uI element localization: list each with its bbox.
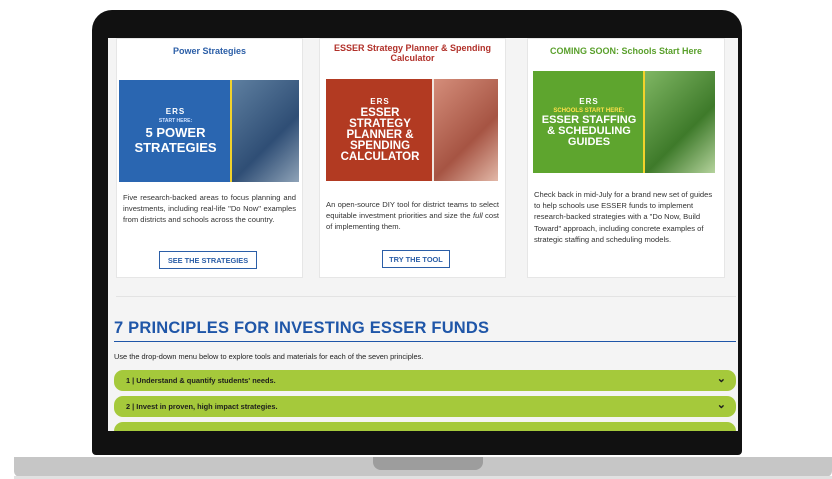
thumb-kicker: START HERE: <box>158 118 193 124</box>
card-power-strategies: Power Strategies ERS START HERE: 5 POWER… <box>116 38 303 278</box>
accordion-principle-2[interactable]: 2 | Invest in proven, high impact strate… <box>114 396 736 417</box>
card-description: Check back in mid-July for a brand new s… <box>534 190 713 244</box>
ers-logo: ERS <box>579 96 599 106</box>
accordion-label: 1 | Understand & quantify students' need… <box>126 376 276 385</box>
thumb-line: STRATEGIES <box>134 140 217 155</box>
card-schools-start-here: COMING SOON: Schools Start Here ERS SCHO… <box>527 38 725 278</box>
card-description: Five research-backed areas to focus plan… <box>123 193 296 225</box>
section-intro: Use the drop-down menu below to explore … <box>114 352 424 361</box>
card-description: An open-source DIY tool for district tea… <box>326 199 499 233</box>
section-divider <box>116 296 736 297</box>
principle-text: Invest in proven, high impact strategies… <box>136 402 278 411</box>
thumb-line: GUIDES <box>567 135 611 148</box>
thumb-line: & SCHEDULING <box>547 124 631 137</box>
principle-number: 2 | <box>126 402 135 411</box>
ers-logo: ERS <box>165 107 186 116</box>
thumb-banner: ERS START HERE: 5 POWER STRATEGIES <box>119 80 232 182</box>
section-title: 7 PRINCIPLES FOR INVESTING ESSER FUNDS <box>114 319 490 337</box>
students-photo <box>232 80 299 182</box>
power-strategies-image[interactable]: ERS START HERE: 5 POWER STRATEGIES <box>119 80 299 182</box>
see-strategies-button[interactable]: SEE THE STRATEGIES <box>159 251 257 269</box>
chevron-down-icon[interactable]: ⌄ <box>717 373 726 385</box>
principle-number: 1 | <box>126 376 135 385</box>
title-underline <box>114 341 736 342</box>
thumb-banner: ERS SCHOOLS START HERE: ESSER STAFFING &… <box>533 71 645 173</box>
try-tool-button[interactable]: TRY THE TOOL <box>382 250 450 268</box>
accordion-principle-3[interactable] <box>114 422 736 431</box>
card-spending-calculator: ESSER Strategy Planner & Spending Calcul… <box>319 38 506 278</box>
accordion-principle-1[interactable]: 1 | Understand & quantify students' need… <box>114 370 736 391</box>
card-title: COMING SOON: Schools Start Here <box>549 46 703 56</box>
staffing-guides-image[interactable]: ERS SCHOOLS START HERE: ESSER STAFFING &… <box>533 71 715 173</box>
laptop-notch <box>373 457 483 470</box>
description-emphasis: full <box>473 211 483 221</box>
card-title: ESSER Strategy Planner & Spending Calcul… <box>333 43 492 63</box>
thumb-line: CALCULATOR <box>340 151 420 163</box>
principle-text: Understand & quantify students' needs. <box>136 376 276 385</box>
chevron-down-icon[interactable]: ⌄ <box>717 399 726 411</box>
thumb-banner: ERS ESSER STRATEGY PLANNER & SPENDING CA… <box>326 79 434 181</box>
card-title: Power Strategies <box>172 46 247 56</box>
thumb-line: ESSER STAFFING <box>541 113 637 126</box>
teacher-photo <box>645 71 715 173</box>
thumb-line: 5 POWER <box>145 125 206 140</box>
calculator-photo <box>434 79 498 181</box>
ers-logo: ERS <box>370 97 390 106</box>
browser-viewport: Power Strategies ERS START HERE: 5 POWER… <box>108 38 738 431</box>
calculator-image[interactable]: ERS ESSER STRATEGY PLANNER & SPENDING CA… <box>326 79 498 181</box>
accordion-label: 2 | Invest in proven, high impact strate… <box>126 402 278 411</box>
thumb-kicker: SCHOOLS START HERE: <box>553 107 625 114</box>
